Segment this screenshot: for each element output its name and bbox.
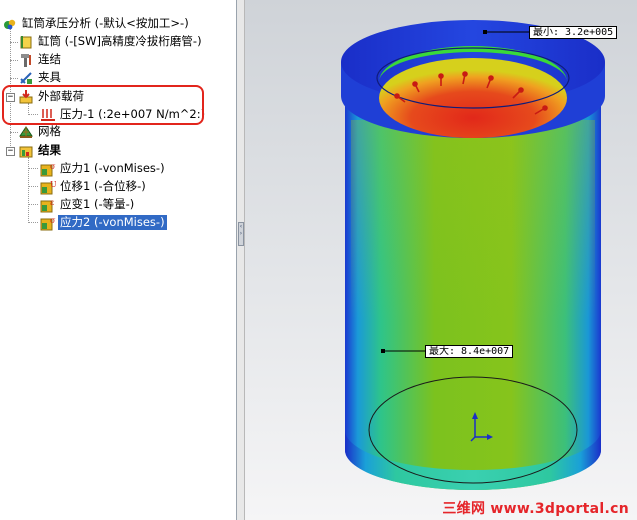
tree-item-fixtures[interactable]: 夹具	[18, 69, 63, 86]
svg-text:U: U	[50, 180, 56, 189]
tree-item-part[interactable]: 缸筒 (-[SW]高精度冷拔桁磨管-)	[18, 33, 204, 50]
svg-text:σ: σ	[50, 162, 56, 171]
tree-connector	[10, 42, 18, 43]
tree-item-connections[interactable]: 连结	[18, 51, 63, 68]
tree-connector	[28, 186, 38, 187]
cylinder-stress-model	[341, 20, 605, 490]
tree-item-results[interactable]: 结果	[18, 142, 63, 159]
tree-item-label: 连结	[38, 52, 61, 66]
splitter-collapse-handle[interactable]: ‹ ›	[238, 222, 244, 246]
study-icon	[4, 19, 16, 29]
tree-item-label: 位移1 (-合位移-)	[60, 179, 146, 193]
tree-connector	[28, 222, 38, 223]
stress-plot-icon: σ	[40, 162, 56, 176]
tree-item-mesh[interactable]: 网格	[18, 123, 63, 140]
tree-item-stress1[interactable]: σ 应力1 (-vonMises-)	[40, 160, 167, 177]
tree-item-label: 应变1 (-等量-)	[60, 197, 135, 211]
svg-text:σ: σ	[50, 216, 56, 225]
tree-connector	[28, 168, 38, 169]
cylinder-inner-bore	[379, 58, 567, 138]
collapse-toggle-results[interactable]: −	[6, 147, 15, 156]
connections-icon	[21, 53, 31, 67]
tree-item-study[interactable]: 缸筒承压分析 (-默认<按加工>-)	[2, 15, 191, 32]
mesh-icon	[19, 125, 33, 138]
results-folder-icon	[19, 146, 33, 157]
max-value-label: 最大: 8.4e+007	[425, 345, 514, 358]
part-icon	[20, 35, 32, 48]
tree-connector	[10, 60, 18, 61]
tree-item-displacement1[interactable]: U 位移1 (-合位移-)	[40, 178, 148, 195]
annotation-highlight-box	[2, 85, 204, 125]
strain-plot-icon: ε	[40, 198, 54, 212]
tree-connector	[28, 157, 29, 223]
min-probe-marker	[483, 30, 487, 34]
tree-item-label: 应力2 (-vonMises-)	[57, 214, 168, 231]
tree-item-label: 缸筒承压分析 (-默认<按加工>-)	[22, 16, 189, 30]
graphics-viewport[interactable]: 最小: 3.2e+005 最大: 8.4e+007 三维网 www.3dport…	[245, 0, 637, 520]
tree-item-label: 缸筒 (-[SW]高精度冷拔桁磨管-)	[38, 34, 202, 48]
tree-connector	[10, 78, 18, 79]
tree-item-label: 结果	[38, 143, 61, 157]
max-probe-marker	[381, 349, 385, 353]
tree-item-label: 夹具	[38, 70, 61, 84]
stress-plot-icon: σ	[40, 216, 56, 230]
tree-connector	[10, 132, 18, 133]
tree-item-stress2[interactable]: σ 应力2 (-vonMises-)	[40, 214, 168, 231]
tree-item-strain1[interactable]: ε 应变1 (-等量-)	[40, 196, 136, 213]
displacement-plot-icon: U	[40, 180, 56, 194]
fixtures-icon	[20, 71, 32, 84]
panel-splitter[interactable]	[237, 0, 245, 520]
tree-item-label: 网格	[38, 124, 61, 138]
site-watermark: 三维网 www.3dportal.cn	[442, 501, 629, 517]
tree-item-label: 应力1 (-vonMises-)	[60, 161, 165, 175]
feature-tree-panel: 缸筒承压分析 (-默认<按加工>-) 缸筒 (-[SW]高精度冷拔桁磨管-) 连…	[0, 0, 237, 520]
cylinder-upper-shading	[351, 120, 595, 320]
min-value-label: 最小: 3.2e+005	[529, 26, 618, 39]
tree-connector	[28, 204, 38, 205]
svg-text:ε: ε	[50, 198, 54, 207]
